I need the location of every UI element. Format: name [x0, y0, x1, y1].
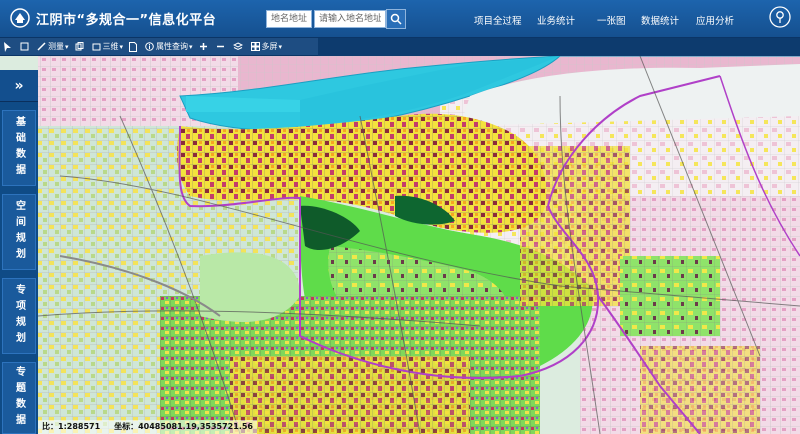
chevron-down-icon: ▾	[189, 42, 193, 51]
copy-icon	[75, 42, 84, 51]
document-icon	[129, 41, 138, 52]
minus-icon	[216, 45, 224, 48]
scale-label: 比：	[42, 422, 58, 431]
threed-label: 三维	[102, 42, 119, 51]
sidebar-tab-label: 空间规划	[13, 200, 25, 264]
land-use-map[interactable]	[0, 55, 800, 434]
attribute-query-label: 属性查询	[156, 42, 189, 51]
map-status-bar: 比：1:288571 坐标：40485081.19,3535721.56	[38, 420, 257, 434]
multiscreen-label: 多屏	[261, 42, 278, 51]
chevron-down-icon: ▾	[65, 42, 69, 51]
layers-tool[interactable]	[230, 39, 248, 55]
grid-icon	[250, 42, 260, 51]
top-header: 江阴市“多规合一”信息化平台 项目全过程 业务统计 一张图 数据统计 应用分析	[0, 0, 800, 38]
zoom-in-tool[interactable]	[196, 39, 213, 55]
cube-icon	[92, 43, 101, 51]
sidebar-tab-thematic-data[interactable]: 专题数据	[2, 362, 36, 434]
search-icon	[390, 13, 402, 25]
user-icon[interactable]	[769, 6, 791, 28]
attribute-query-button[interactable]: 属性查询 ▾	[142, 39, 196, 55]
sidebar-tab-label: 专题数据	[13, 366, 25, 430]
pan-tool[interactable]	[17, 39, 34, 55]
nav-business-stats[interactable]: 业务统计	[537, 13, 575, 27]
info-icon	[145, 42, 154, 51]
measure-label: 测量	[48, 42, 64, 51]
sidebar-tab-spatial-planning[interactable]: 空间规划	[2, 194, 36, 270]
document-tool[interactable]	[126, 39, 142, 55]
copy-tool[interactable]	[72, 39, 89, 55]
coordinate-value: 40485081.19,3535721.56	[138, 422, 253, 431]
nav-data-stats[interactable]: 数据统计	[641, 13, 679, 27]
left-sidebar: » 基础数据 空间规划 专项规划 专题数据	[0, 70, 38, 434]
sidebar-tab-label: 专项规划	[13, 284, 25, 348]
sidebar-tab-label: 基础数据	[13, 116, 25, 180]
app-title: 江阴市“多规合一”信息化平台	[36, 13, 217, 28]
scale-value: 1:288571	[58, 422, 101, 431]
search-input[interactable]	[314, 10, 386, 28]
nav-application-analysis[interactable]: 应用分析	[696, 13, 734, 27]
multiscreen-button[interactable]: 多屏 ▾	[248, 39, 286, 55]
square-icon	[20, 42, 29, 51]
layers-icon	[232, 42, 243, 51]
sidebar-tab-special-planning[interactable]: 专项规划	[2, 278, 36, 354]
measure-button[interactable]: 测量 ▾	[34, 39, 72, 55]
nav-project-lifecycle[interactable]: 项目全过程	[474, 13, 522, 27]
chevron-down-icon: ▾	[119, 42, 124, 51]
cursor-icon	[4, 41, 11, 52]
coordinate-label: 坐标：	[114, 422, 139, 431]
chevron-down-icon: ▾	[278, 42, 283, 51]
search-button[interactable]	[386, 9, 406, 29]
select-tool[interactable]	[0, 39, 17, 55]
threed-button[interactable]: 三维 ▾	[89, 39, 127, 55]
zoom-out-tool[interactable]	[213, 39, 230, 55]
sidebar-collapse-button[interactable]: »	[0, 70, 38, 102]
nav-one-map[interactable]: 一张图	[597, 13, 626, 27]
sidebar-tab-basic-data[interactable]: 基础数据	[2, 110, 36, 186]
logo-icon	[10, 8, 30, 28]
map-toolbar: 测量 ▾ 三维 ▾ 属性查询 ▾ 多屏 ▾	[0, 38, 318, 56]
ruler-icon	[37, 42, 46, 51]
plus-icon	[199, 43, 207, 50]
place-type-select[interactable]	[266, 10, 312, 28]
